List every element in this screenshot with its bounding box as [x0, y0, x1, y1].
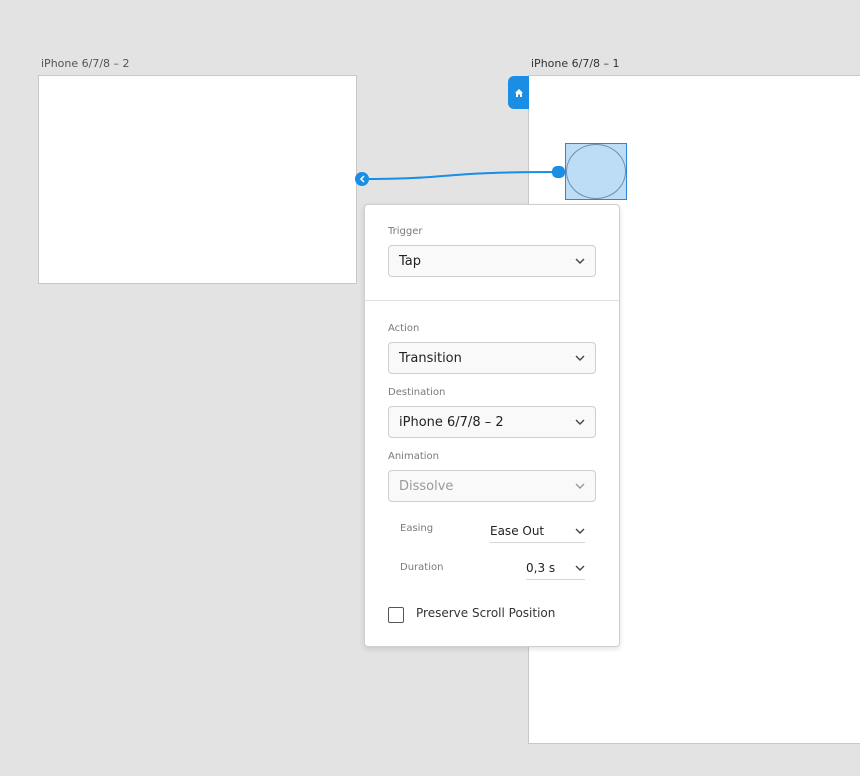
interaction-panel: Trigger Tap Action Transition Destinatio… [364, 204, 620, 647]
panel-divider [365, 300, 619, 301]
destination-value: iPhone 6/7/8 – 2 [399, 414, 504, 430]
wire-line[interactable] [365, 171, 560, 180]
destination-label: Destination [388, 387, 446, 398]
animation-dropdown[interactable]: Dissolve [388, 470, 596, 502]
action-dropdown[interactable]: Transition [388, 342, 596, 374]
chevron-down-icon [575, 417, 585, 427]
chevron-down-icon [575, 256, 585, 266]
preserve-scroll-checkbox[interactable] [388, 607, 404, 623]
animation-label: Animation [388, 451, 439, 462]
wire-start-handle[interactable] [552, 166, 565, 178]
chevron-down-icon [575, 481, 585, 491]
animation-value: Dissolve [399, 478, 454, 494]
duration-dropdown[interactable]: 0,3 s [526, 556, 585, 580]
chevron-down-icon [575, 353, 585, 363]
duration-label: Duration [400, 562, 444, 573]
easing-value: Ease Out [490, 523, 545, 538]
duration-value[interactable]: 0,3 s [526, 561, 555, 575]
trigger-dropdown[interactable]: Tap [388, 245, 596, 277]
action-label: Action [388, 323, 420, 334]
trigger-label: Trigger [388, 226, 423, 237]
chevron-down-icon [575, 526, 585, 536]
easing-label: Easing [400, 523, 434, 534]
preserve-scroll-label[interactable]: Preserve Scroll Position [416, 606, 555, 620]
trigger-value: Tap [399, 253, 422, 269]
action-value: Transition [399, 350, 462, 366]
destination-dropdown[interactable]: iPhone 6/7/8 – 2 [388, 406, 596, 438]
easing-dropdown[interactable]: Ease Out [490, 519, 585, 543]
chevron-down-icon [575, 563, 585, 573]
